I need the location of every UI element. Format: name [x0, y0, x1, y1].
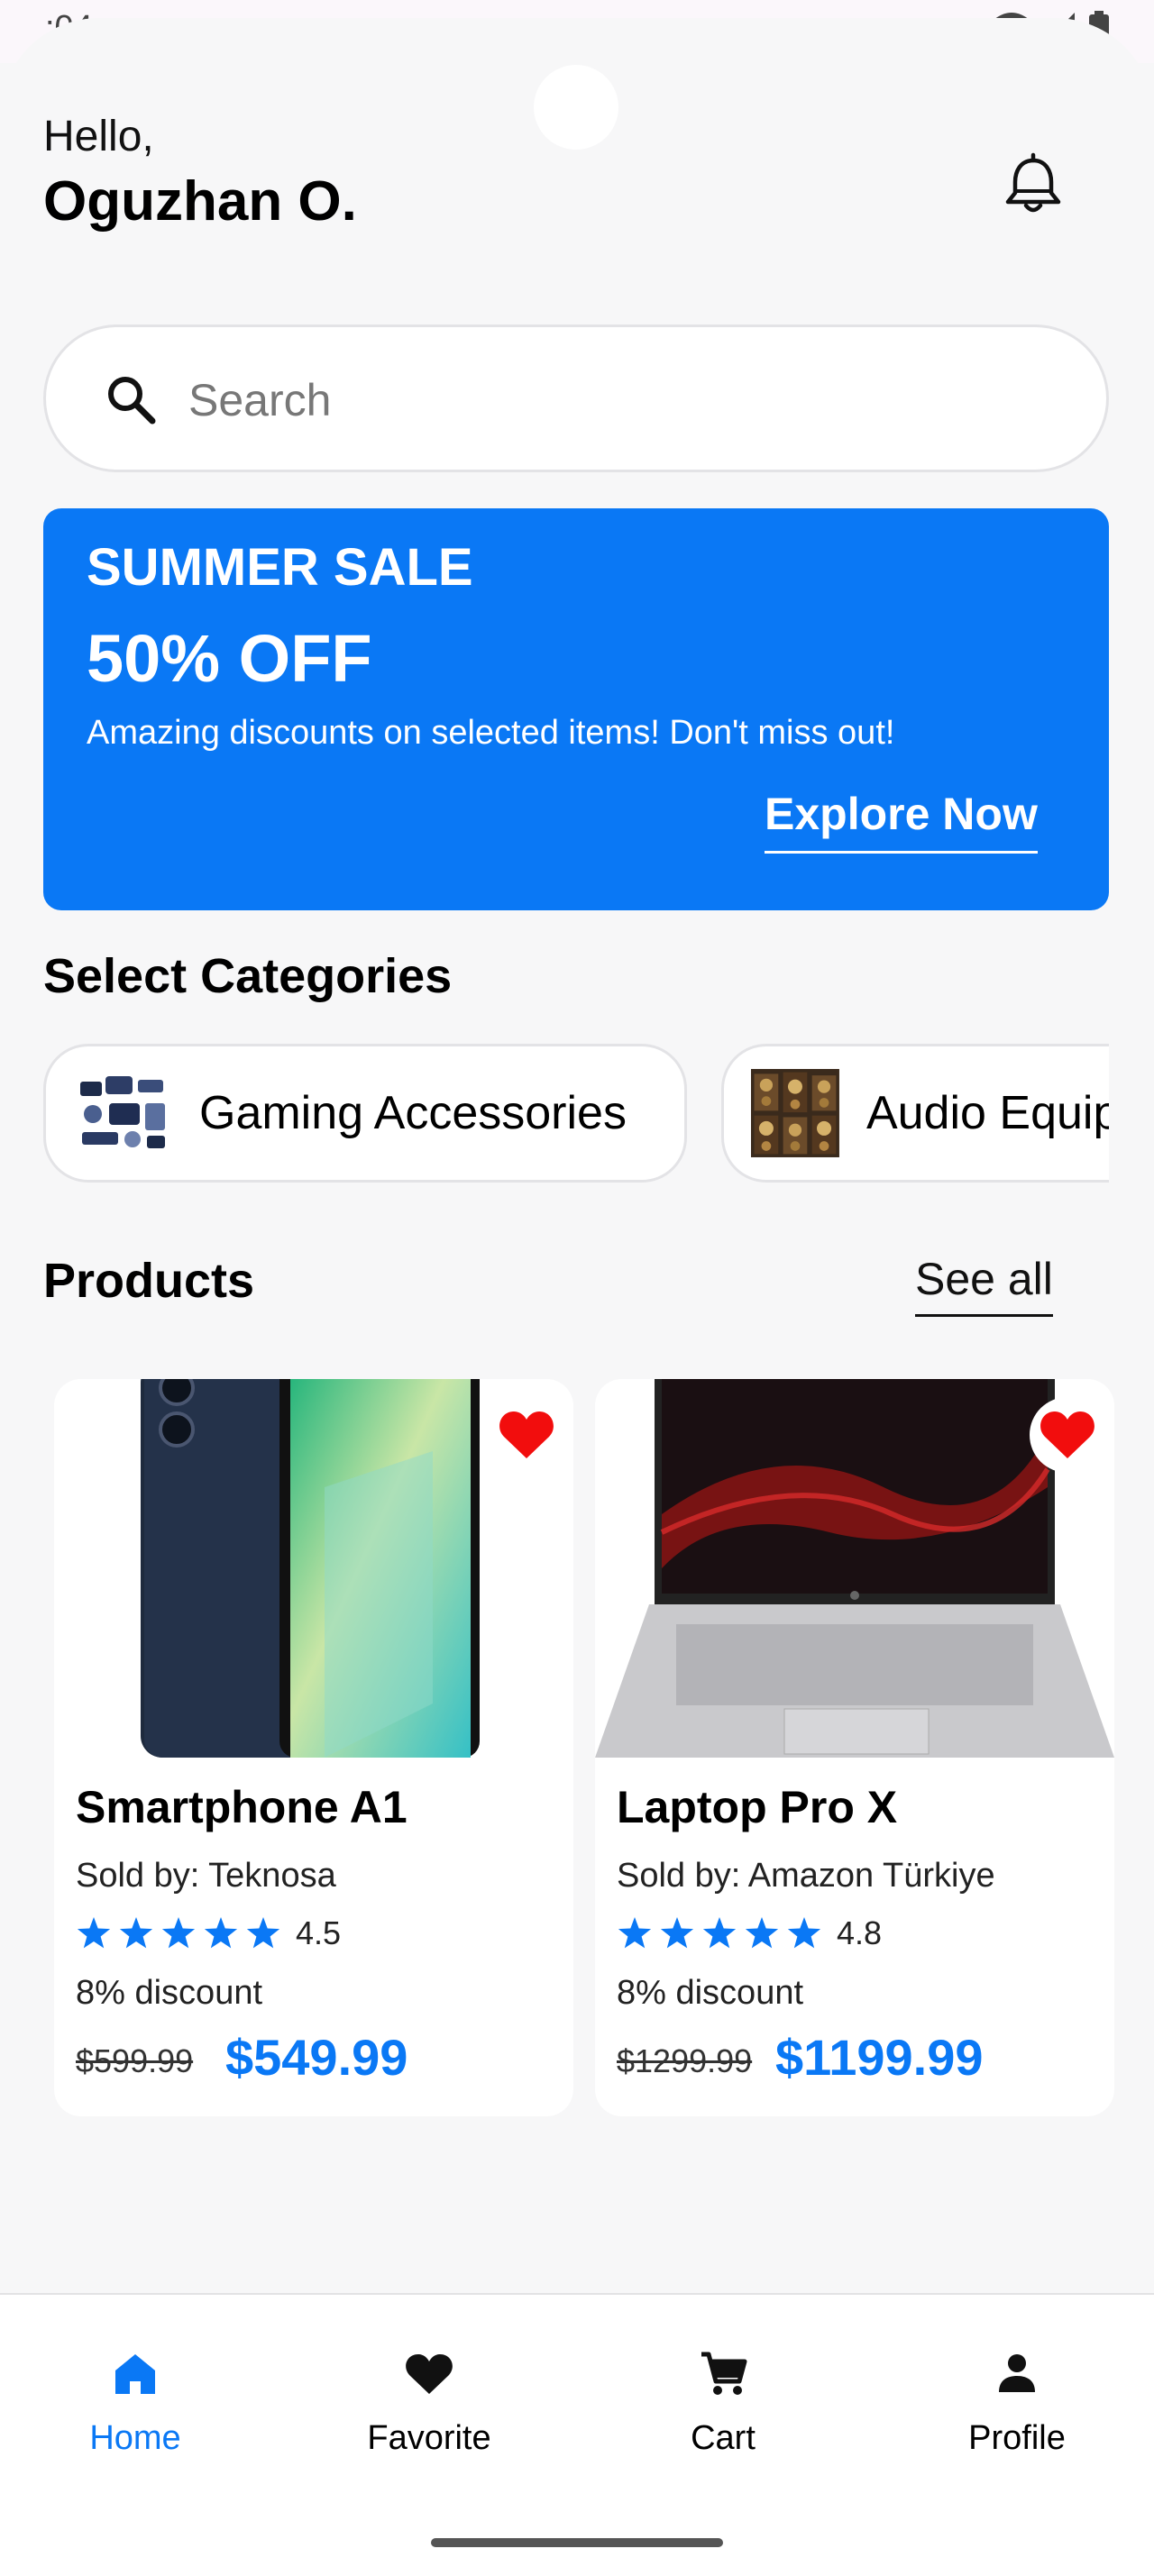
- product-seller: Sold by: Teknosa: [76, 1857, 336, 1895]
- star-icon: [161, 1917, 196, 1949]
- promo-banner: SUMMER SALE 50% OFF Amazing discounts on…: [43, 508, 1109, 910]
- banner-title: SUMMER SALE: [87, 538, 473, 597]
- category-label: Audio Equipment: [866, 1087, 1109, 1139]
- person-icon: [999, 2354, 1035, 2392]
- nav-favorite[interactable]: Favorite: [339, 2349, 519, 2458]
- nav-label: Cart: [691, 2419, 756, 2457]
- product-card-smartphone[interactable]: Smartphone A1 Sold by: Teknosa 4.5 8% di…: [54, 1379, 573, 2116]
- star-icon: [787, 1917, 821, 1949]
- product-seller: Sold by: Amazon Türkiye: [617, 1857, 995, 1895]
- favorite-button[interactable]: [1030, 1397, 1105, 1473]
- rating-value: 4.8: [837, 1914, 883, 1951]
- product-name: Smartphone A1: [76, 1782, 408, 1832]
- home-indicator: [431, 2538, 723, 2547]
- nav-cart[interactable]: Cart: [633, 2349, 813, 2458]
- product-discount: 8% discount: [617, 1974, 804, 2012]
- heart-icon: [499, 1411, 554, 1458]
- star-rating-icon: [618, 1917, 821, 1949]
- products-title: Products: [43, 1254, 255, 1308]
- category-chip-gaming-accessories[interactable]: Gaming Accessories: [43, 1044, 687, 1183]
- category-label: Gaming Accessories: [199, 1087, 627, 1139]
- camera-cutout: [534, 65, 618, 150]
- nav-label: Favorite: [367, 2419, 491, 2457]
- star-icon: [246, 1917, 280, 1949]
- bottom-navigation: Home Favorite Cart Profile: [0, 2293, 1154, 2576]
- star-icon: [745, 1917, 779, 1949]
- category-chip-audio-equipment[interactable]: Audio Equipment: [721, 1044, 1109, 1183]
- gaming-accessories-thumbnail: [73, 1064, 172, 1163]
- banner-subtitle: Amazing discounts on selected items! Don…: [87, 714, 895, 752]
- heart-icon: [1040, 1411, 1094, 1458]
- categories-title: Select Categories: [43, 949, 453, 1003]
- product-old-price: $599.99: [76, 2042, 194, 2079]
- star-icon: [702, 1917, 737, 1949]
- favorite-button[interactable]: [489, 1397, 564, 1473]
- star-icon: [119, 1917, 153, 1949]
- search-input[interactable]: [187, 363, 1002, 437]
- notification-bell-icon[interactable]: [999, 151, 1067, 220]
- user-name: Oguzhan O.: [43, 170, 357, 233]
- nav-label: Profile: [968, 2419, 1066, 2457]
- product-discount: 8% discount: [76, 1974, 263, 2012]
- banner-offer: 50% OFF: [87, 621, 372, 696]
- product-rating: 4.8: [617, 1914, 882, 1952]
- product-price: $1199.99: [775, 2029, 984, 2086]
- product-rating: 4.5: [76, 1914, 341, 1952]
- categories-list[interactable]: Gaming Accessories Audio Equipment: [43, 1044, 1109, 1186]
- nav-label: Home: [89, 2419, 181, 2457]
- star-icon: [660, 1917, 694, 1949]
- cart-icon: [701, 2352, 747, 2395]
- product-old-price: $1299.99: [617, 2042, 753, 2079]
- search-bar[interactable]: [43, 324, 1109, 472]
- star-icon: [77, 1917, 111, 1949]
- see-all-link[interactable]: See all: [915, 1253, 1053, 1317]
- search-icon: [108, 377, 156, 425]
- greeting-text: Hello,: [43, 113, 154, 160]
- heart-icon: [406, 2354, 453, 2394]
- explore-now-button[interactable]: Explore Now: [765, 788, 1038, 854]
- home-icon: [115, 2354, 155, 2394]
- product-card-laptop[interactable]: Laptop Pro X Sold by: Amazon Türkiye 4.8…: [595, 1379, 1114, 2116]
- audio-equipment-thumbnail: [751, 1069, 839, 1157]
- nav-home[interactable]: Home: [45, 2349, 225, 2458]
- product-name: Laptop Pro X: [617, 1782, 898, 1832]
- star-icon: [204, 1917, 238, 1949]
- star-icon: [618, 1917, 652, 1949]
- nav-profile[interactable]: Profile: [927, 2349, 1107, 2458]
- product-price: $549.99: [225, 2029, 408, 2086]
- rating-value: 4.5: [296, 1914, 342, 1951]
- star-rating-icon: [77, 1917, 280, 1949]
